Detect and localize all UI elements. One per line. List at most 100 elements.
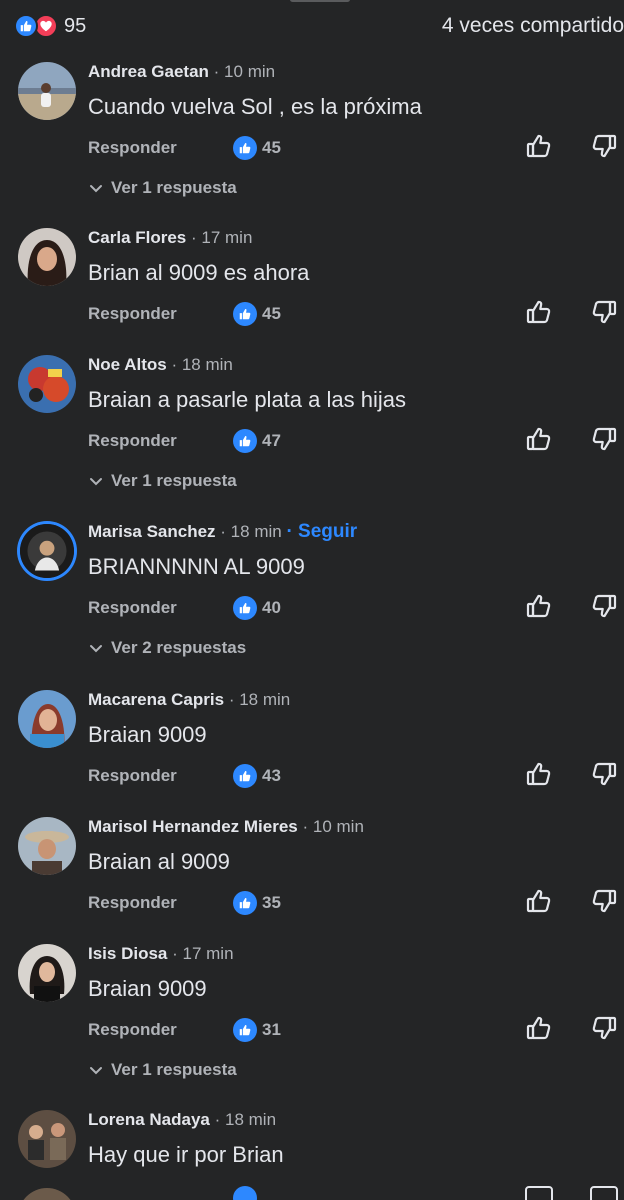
follow-button[interactable]: · Seguir [286,521,357,542]
thumbs-down-icon[interactable] [590,132,618,160]
comment-text: Brian al 9009 es ahora [88,260,310,285]
avatar[interactable] [18,690,76,748]
comment-header: Lorena Nadaya · 18 min [88,1110,276,1130]
next-comment-cutoff [18,1186,624,1200]
comment-time: · 17 min [191,228,253,247]
thumbs-down-icon [590,1186,618,1200]
thumbs-up-icon[interactable] [525,298,553,326]
comment-text: Braian al 9009 [88,849,230,874]
view-replies-label: Ver 1 respuesta [111,1060,237,1079]
avatar[interactable] [20,524,74,578]
chevron-down-icon [90,478,102,486]
like-icon [233,891,257,915]
like-count: 40 [262,598,281,617]
comment-header: Marisa Sanchez · 18 min · Seguir [88,522,357,542]
comment-author[interactable]: Marisa Sanchez [88,522,216,541]
avatar[interactable] [18,1110,76,1168]
reply-button[interactable]: Responder [88,598,177,618]
comment-like-count[interactable]: 45 [233,136,281,160]
reply-button[interactable]: Responder [88,138,177,158]
thumbs-down-icon[interactable] [590,887,618,915]
comment-text: Braian 9009 [88,976,207,1001]
comment-text: Hay que ir por Brian [88,1142,284,1167]
comment-text: BRIANNNNN AL 9009 [88,554,305,579]
comment-time: · 18 min [171,355,233,374]
like-count: 35 [262,893,281,912]
comment-time: · 10 min [213,62,276,81]
thumbs-up-icon[interactable] [525,132,553,160]
comment-text: Braian a pasarle plata a las hijas [88,387,406,412]
comment-time: · 18 min [228,690,291,709]
view-replies-label: Ver 1 respuesta [111,471,237,490]
view-replies-link[interactable]: Ver 1 respuesta [88,1060,237,1080]
comment-author[interactable]: Marisol Hernandez Mieres [88,817,298,836]
comment-time: · 18 min [214,1110,277,1129]
thumbs-up-icon[interactable] [525,760,553,788]
reply-button[interactable]: Responder [88,1020,177,1040]
view-replies-label: Ver 1 respuesta [111,178,237,197]
thumbs-down-icon[interactable] [590,1014,618,1042]
thumbs-up-icon[interactable] [525,592,553,620]
comment-like-count[interactable]: 47 [233,429,281,453]
comment-author[interactable]: Noe Altos [88,355,167,374]
reaction-summary-bar: 95 4 veces compartido [0,0,624,56]
like-count: 31 [262,1020,281,1039]
avatar[interactable] [18,817,76,875]
view-replies-link[interactable]: Ver 1 respuesta [88,178,237,198]
comment-header: Isis Diosa · 17 min [88,944,234,964]
avatar [18,1188,76,1200]
like-count: 45 [262,304,281,323]
like-icon [233,596,257,620]
comment-author[interactable]: Andrea Gaetan [88,62,209,81]
thumbs-up-icon[interactable] [525,887,553,915]
comment-header: Carla Flores · 17 min [88,228,252,248]
comment-header: Macarena Capris · 18 min [88,690,290,710]
reply-button[interactable]: Responder [88,766,177,786]
thumbs-down-icon[interactable] [590,298,618,326]
comment-like-count[interactable]: 35 [233,891,281,915]
comment-time: · 17 min [172,944,234,963]
reply-button[interactable]: Responder [88,893,177,913]
comment-like-count[interactable]: 45 [233,302,281,326]
thumbs-up-icon[interactable] [525,425,553,453]
comment-author[interactable]: Carla Flores [88,228,186,247]
like-icon [233,1018,257,1042]
like-count: 47 [262,431,281,450]
comment-author[interactable]: Lorena Nadaya [88,1110,210,1129]
view-replies-link[interactable]: Ver 2 respuestas [88,638,246,658]
thumbs-down-icon[interactable] [590,760,618,788]
chevron-down-icon [90,1067,102,1075]
reaction-summary[interactable]: 95 [14,14,86,38]
reply-button[interactable]: Responder [88,431,177,451]
comment-like-count[interactable]: 40 [233,596,281,620]
like-icon [233,136,257,160]
comment-like-count[interactable]: 43 [233,764,281,788]
comment-header: Marisol Hernandez Mieres · 10 min [88,817,364,837]
comment-like-count[interactable]: 31 [233,1018,281,1042]
comment-author[interactable]: Macarena Capris [88,690,224,709]
reply-button[interactable]: Responder [88,304,177,324]
like-count: 45 [262,138,281,157]
comment-time: · 18 min [220,522,282,541]
thumbs-down-icon[interactable] [590,592,618,620]
like-icon [233,1186,257,1200]
avatar[interactable] [18,944,76,1002]
like-count: 43 [262,766,281,785]
comment-header: Andrea Gaetan · 10 min [88,62,275,82]
avatar[interactable] [18,355,76,413]
like-icon [233,302,257,326]
like-icon [233,764,257,788]
avatar[interactable] [18,228,76,286]
reaction-count: 95 [64,14,87,37]
comment-author[interactable]: Isis Diosa [88,944,167,963]
thumbs-down-icon[interactable] [590,425,618,453]
avatar[interactable] [18,62,76,120]
view-replies-label: Ver 2 respuestas [111,638,247,657]
share-count[interactable]: 4 veces compartido [442,14,624,38]
like-icon [14,14,38,38]
thumbs-up-icon[interactable] [525,1014,553,1042]
thumbs-up-icon [525,1186,553,1200]
comment-time: · 10 min [302,817,364,836]
view-replies-link[interactable]: Ver 1 respuesta [88,471,237,491]
chevron-down-icon [90,185,102,193]
